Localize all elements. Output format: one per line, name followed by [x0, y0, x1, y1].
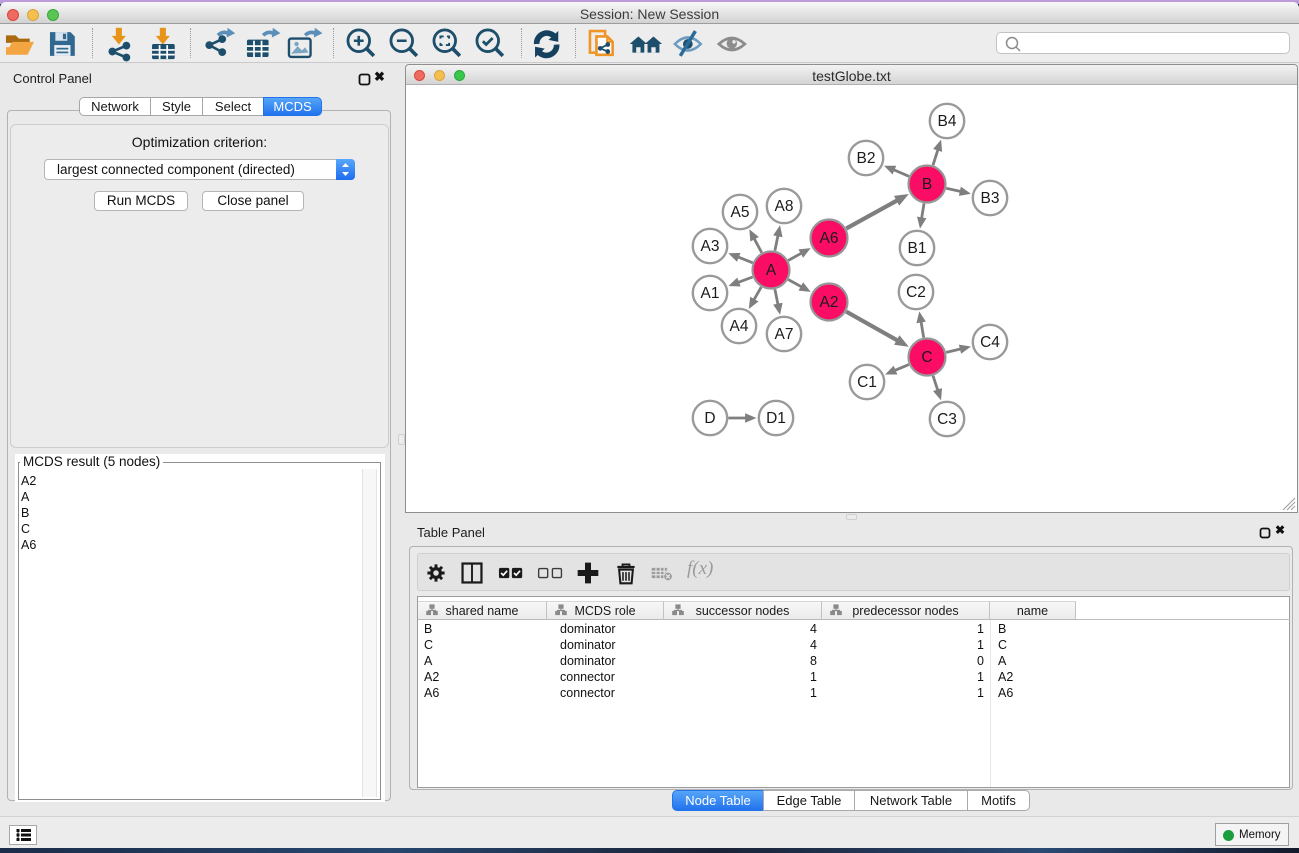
svg-text:B4: B4: [938, 113, 957, 130]
svg-text:A3: A3: [701, 238, 720, 255]
svg-text:C3: C3: [937, 411, 957, 428]
svg-text:A8: A8: [775, 198, 794, 215]
svg-text:A1: A1: [701, 285, 720, 302]
svg-text:C1: C1: [857, 374, 877, 391]
svg-text:B: B: [922, 176, 932, 193]
svg-text:C2: C2: [906, 284, 926, 301]
svg-text:A2: A2: [820, 294, 839, 311]
svg-text:A7: A7: [775, 326, 794, 343]
svg-text:C: C: [921, 349, 932, 366]
svg-text:D1: D1: [766, 410, 786, 427]
svg-text:A4: A4: [730, 318, 749, 335]
svg-text:A6: A6: [820, 230, 839, 247]
svg-text:D: D: [704, 410, 715, 427]
svg-text:A: A: [766, 262, 777, 279]
svg-text:A5: A5: [731, 204, 750, 221]
svg-text:B1: B1: [908, 240, 927, 257]
svg-text:C4: C4: [980, 334, 1000, 351]
svg-text:B2: B2: [857, 150, 876, 167]
svg-text:B3: B3: [981, 190, 1000, 207]
